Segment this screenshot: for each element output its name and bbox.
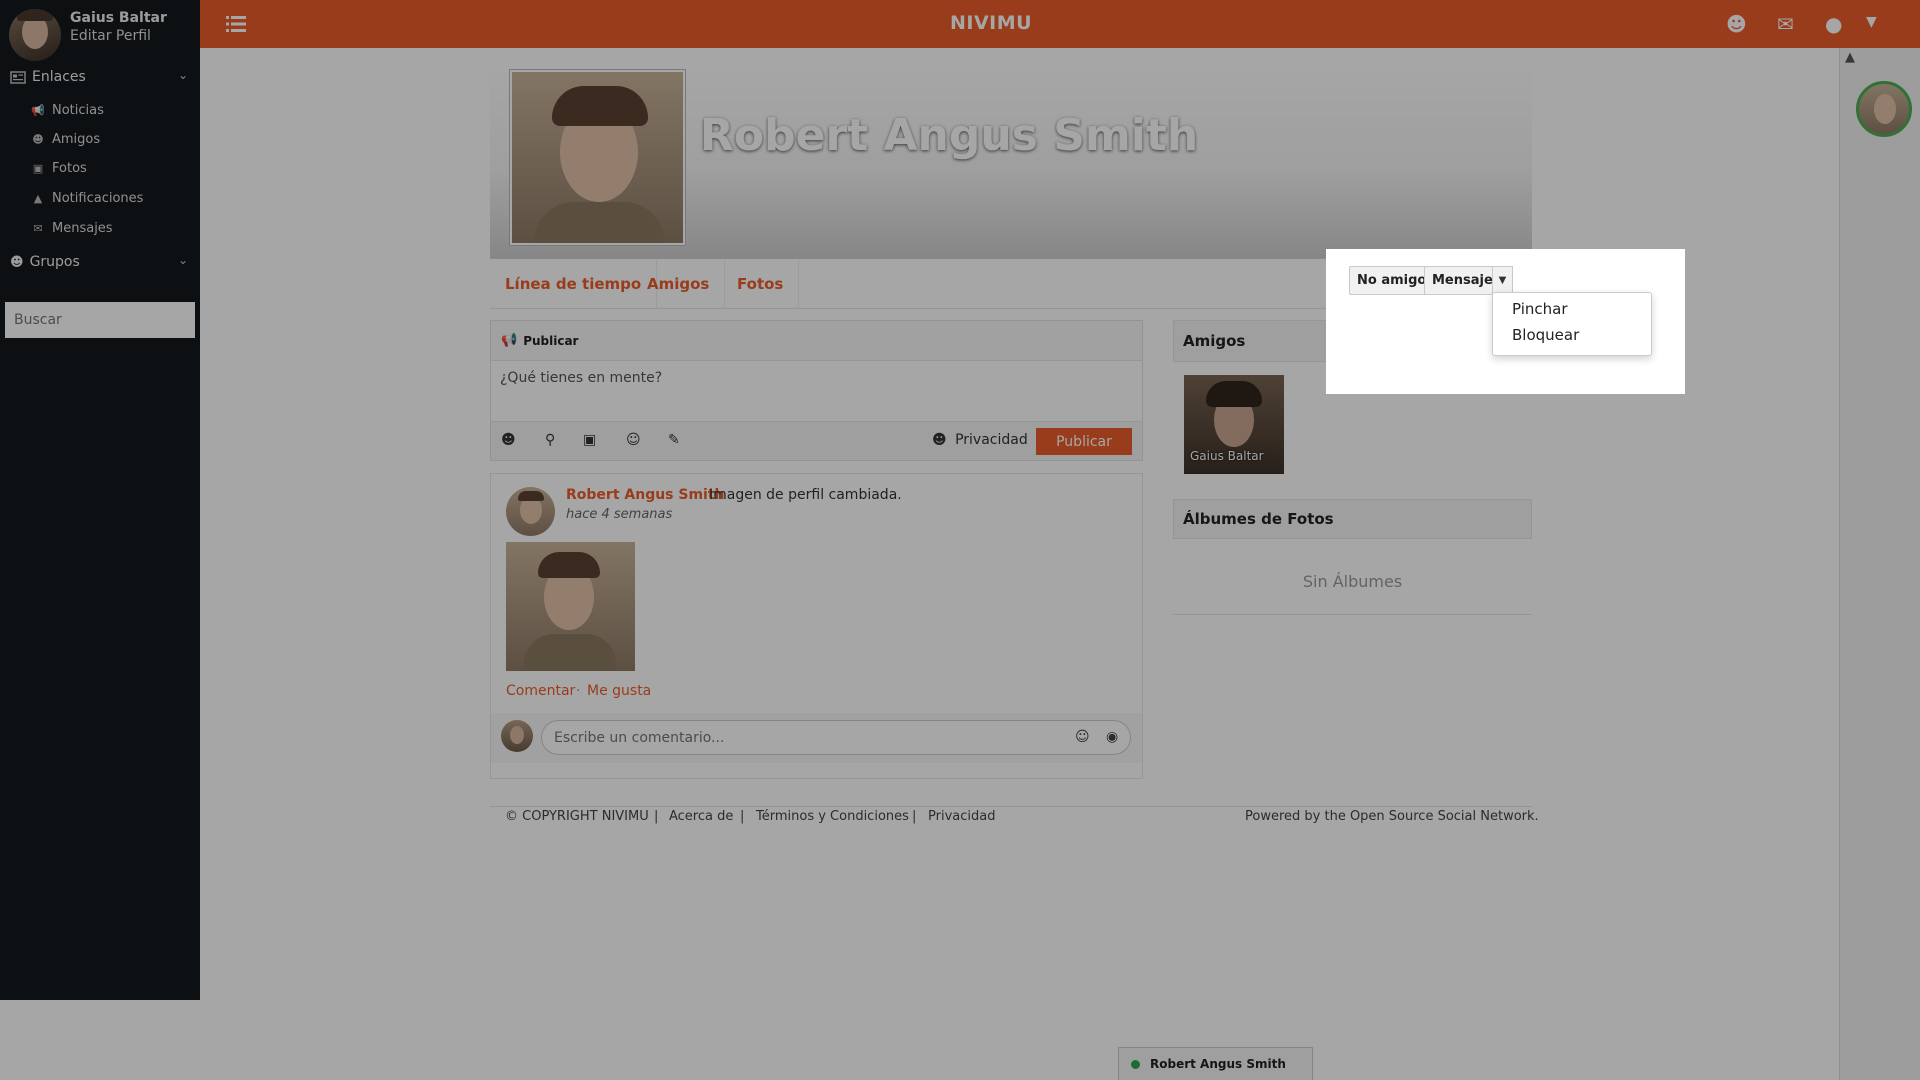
caret-down-icon: ▼: [1498, 275, 1507, 286]
unfriend-button[interactable]: No amigo: [1349, 266, 1435, 295]
menu-item-poke[interactable]: Pinchar: [1512, 300, 1568, 318]
modal-backdrop[interactable]: [0, 0, 1920, 1080]
message-button[interactable]: Mensaje: [1424, 266, 1501, 295]
menu-item-block[interactable]: Bloquear: [1512, 326, 1579, 344]
more-actions-dropdown[interactable]: ▼: [1492, 266, 1513, 295]
